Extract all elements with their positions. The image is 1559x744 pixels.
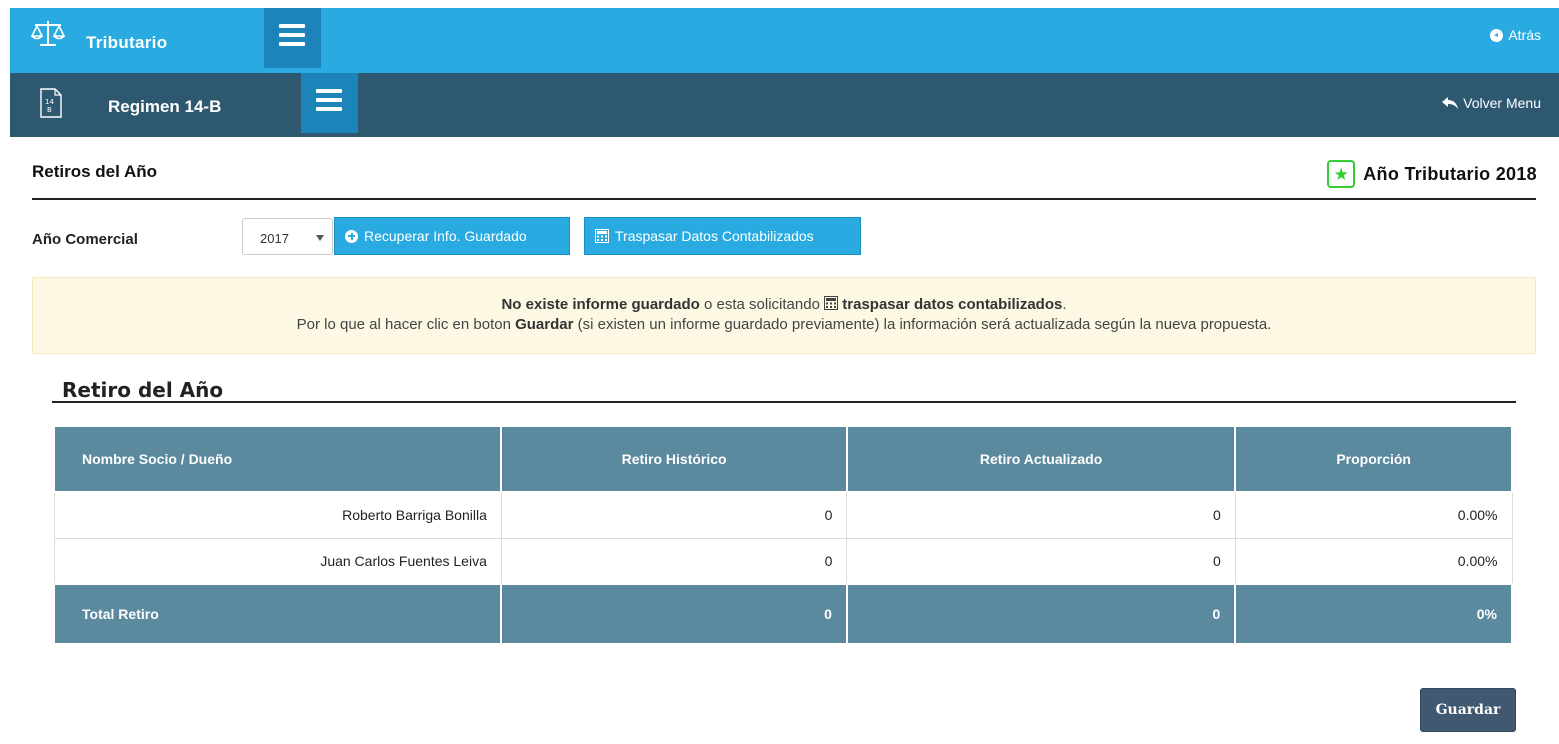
tax-year-badge: ★ Año Tributario 2018	[1327, 160, 1537, 188]
guardar-button[interactable]: Guardar	[1420, 688, 1516, 732]
total-historico-cell: 0	[500, 583, 848, 645]
divider	[52, 401, 1516, 403]
socio-name-cell: Roberto Barriga Bonilla	[53, 491, 502, 539]
plus-circle-icon	[345, 229, 358, 243]
table-row: Roberto Barriga Bonilla 0 0 0.00%	[53, 491, 1513, 539]
hamburger-icon	[279, 24, 305, 51]
total-proporcion-cell: 0%	[1234, 583, 1513, 645]
retiros-table: Nombre Socio / Dueño Retiro Histórico Re…	[52, 425, 1513, 645]
module-navbar: 14 B Regimen 14-B Volver Menu	[10, 73, 1559, 137]
column-header: Retiro Actualizado	[845, 425, 1237, 493]
module-title: Regimen 14-B	[108, 97, 222, 116]
back-label: Atrás	[1508, 27, 1541, 43]
alert-line-1: No existe informe guardado o esta solici…	[33, 295, 1535, 315]
calculator-icon	[595, 229, 609, 243]
total-row: Total Retiro 0 0 0%	[52, 583, 1513, 645]
alert-text-end: .	[1062, 296, 1067, 313]
total-label-cell: Total Retiro	[52, 583, 503, 645]
module-menu-button[interactable]	[301, 73, 358, 133]
page-title: Retiros del Año	[32, 162, 157, 181]
traspasar-button[interactable]: Traspasar Datos Contabilizados	[584, 217, 861, 255]
retiro-actualizado-cell: 0	[846, 537, 1236, 585]
top-navbar: Tributario Atrás	[10, 8, 1559, 73]
caret-down-icon	[316, 235, 324, 241]
reply-icon	[1442, 97, 1459, 109]
alert-line-2: Por lo que al hacer clic en boton Guarda…	[33, 315, 1535, 335]
back-link[interactable]: Atrás	[1490, 27, 1541, 43]
alert-text-1: o esta solicitando	[699, 296, 825, 313]
column-header: Retiro Histórico	[500, 425, 848, 493]
alert-bold-1: No existe informe guardado	[501, 296, 700, 313]
retiro-historico-cell: 0	[500, 537, 848, 585]
volver-label: Volver Menu	[1463, 95, 1541, 111]
year-select-value: 2017	[260, 231, 289, 246]
year-select[interactable]: 2017	[242, 218, 333, 255]
star-icon: ★	[1327, 160, 1356, 188]
volver-menu-link[interactable]: Volver Menu	[1442, 95, 1541, 111]
doc-icon-text-top: 14	[45, 98, 54, 106]
section-title: Retiro del Año	[62, 378, 224, 402]
column-header: Proporción	[1234, 425, 1513, 493]
socio-name-cell: Juan Carlos Fuentes Leiva	[53, 537, 502, 585]
scale-icon	[30, 21, 66, 46]
calculator-icon	[824, 296, 839, 310]
main-menu-button[interactable]	[264, 8, 321, 68]
table-row: Juan Carlos Fuentes Leiva 0 0 0.00%	[53, 537, 1513, 585]
alert-text-3: (si existen un informe guardado previame…	[573, 316, 1272, 333]
alert-bold-2: traspasar datos contabilizados	[842, 296, 1063, 313]
retiro-actualizado-cell: 0	[846, 491, 1236, 539]
column-header: Nombre Socio / Dueño	[52, 425, 503, 493]
arrow-circle-left-icon	[1490, 28, 1504, 42]
recuperar-label: Recuperar Info. Guardado	[364, 228, 527, 244]
proporcion-cell: 0.00%	[1234, 491, 1513, 539]
traspasar-label: Traspasar Datos Contabilizados	[615, 228, 814, 244]
alert-text-2: Por lo que al hacer clic en boton	[296, 316, 516, 333]
warning-alert: No existe informe guardado o esta solici…	[32, 277, 1536, 354]
anio-comercial-label: Año Comercial	[32, 231, 138, 248]
document-14b-icon: 14 B	[40, 88, 62, 118]
doc-icon-text-bottom: B	[47, 106, 52, 114]
divider	[32, 198, 1536, 200]
alert-bold-guardar: Guardar	[515, 316, 574, 333]
hamburger-icon	[316, 89, 342, 116]
table-header-row: Nombre Socio / Dueño Retiro Histórico Re…	[52, 425, 1513, 493]
total-actualizado-cell: 0	[845, 583, 1237, 645]
recuperar-button[interactable]: Recuperar Info. Guardado	[334, 217, 570, 255]
app-title: Tributario	[86, 33, 168, 52]
retiro-historico-cell: 0	[500, 491, 848, 539]
proporcion-cell: 0.00%	[1234, 537, 1513, 585]
tax-year-text: Año Tributario 2018	[1363, 163, 1537, 184]
